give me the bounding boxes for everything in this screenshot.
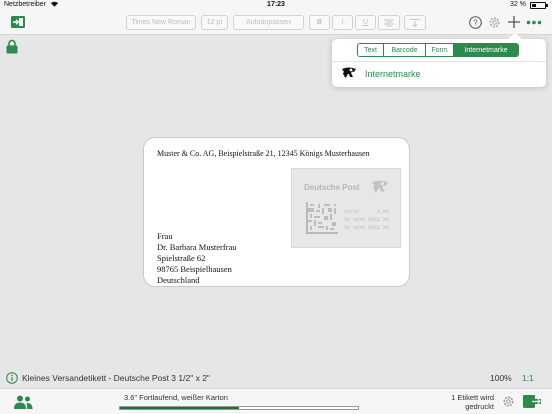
- media-description[interactable]: 3.6" Fortlaufend, weißer Karton: [124, 393, 228, 402]
- font-name-button[interactable]: Times New Roman: [126, 15, 196, 30]
- vertical-align-button[interactable]: [404, 15, 426, 30]
- users-icon[interactable]: [13, 395, 33, 409]
- help-icon[interactable]: ?: [469, 16, 482, 29]
- recipient-line[interactable]: Dr. Barbara Musterfrau: [157, 242, 237, 252]
- svg-text:?: ?: [473, 19, 478, 28]
- clock: 17:23: [267, 1, 285, 8]
- media-progress-bar: [119, 406, 359, 410]
- align-button[interactable]: [378, 15, 400, 30]
- insert-popover: Text Barcode Form Internetmarke Internet…: [332, 33, 546, 87]
- info-icon[interactable]: [6, 372, 18, 384]
- insert-type-segmented-control: Text Barcode Form Internetmarke: [357, 43, 519, 57]
- internetmarke-menu-item[interactable]: Internetmarke: [365, 69, 421, 79]
- label-type-text: Kleines Versandetikett - Deutsche Post 3…: [22, 373, 210, 383]
- underline-button[interactable]: U: [355, 15, 376, 30]
- plus-icon[interactable]: [507, 15, 521, 29]
- print-count-text: 1 Etikett wird gedruckt: [451, 393, 494, 411]
- recipient-line[interactable]: Frau: [157, 231, 173, 241]
- bottom-toolbar: 3.6" Fortlaufend, weißer Karton 1 Etiket…: [0, 388, 552, 414]
- align-icon: [384, 19, 394, 26]
- stamp-post-horn-icon: [372, 180, 388, 193]
- bold-button[interactable]: B: [309, 15, 330, 30]
- battery-percentage: 32 %: [510, 1, 526, 8]
- top-toolbar: Times New Roman 12 pt Autoanpassen B I U…: [0, 11, 552, 35]
- tab-internetmarke[interactable]: Internetmarke: [454, 44, 518, 56]
- print-icon[interactable]: [523, 395, 541, 408]
- actual-size-button[interactable]: 1:1: [522, 373, 534, 383]
- tab-text[interactable]: Text: [358, 44, 384, 56]
- internetmarke-stamp[interactable]: Deutsche Post XX/XX X,XX XX XXXX XXXX XX…: [291, 168, 401, 248]
- gear-icon[interactable]: [488, 16, 501, 29]
- recipient-line[interactable]: Deutschland: [157, 275, 200, 285]
- print-settings-gear-icon[interactable]: [502, 395, 515, 408]
- status-bar: Netzbetreiber 17:23 32 %: [0, 0, 552, 11]
- stamp-code-line: XX XXXX XXXX XX: [344, 217, 390, 223]
- battery-icon: [530, 2, 548, 9]
- exit-icon[interactable]: [11, 16, 25, 28]
- tab-barcode[interactable]: Barcode: [384, 44, 426, 56]
- lock-icon[interactable]: [6, 39, 18, 54]
- recipient-line[interactable]: Spielstraße 62: [157, 253, 205, 263]
- vertical-align-icon: [410, 18, 420, 27]
- label-canvas[interactable]: Muster & Co. AG, Beispielstraße 21, 1234…: [143, 137, 410, 287]
- label-info-bar: Kleines Versandetikett - Deutsche Post 3…: [0, 370, 552, 386]
- post-horn-icon: [342, 67, 356, 78]
- recipient-line[interactable]: 98765 Beispielhausen: [157, 264, 232, 274]
- font-size-button[interactable]: 12 pt: [201, 15, 228, 30]
- stamp-brand: Deutsche Post: [304, 183, 360, 192]
- more-icon[interactable]: [526, 20, 542, 25]
- tab-form[interactable]: Form: [426, 44, 454, 56]
- autofit-button[interactable]: Autoanpassen: [233, 15, 304, 30]
- zoom-level[interactable]: 100%: [490, 373, 512, 383]
- italic-button[interactable]: I: [332, 15, 353, 30]
- datamatrix-code: [306, 202, 338, 234]
- stamp-code-line: XX XXXX XXXX XX: [344, 225, 390, 231]
- stamp-code-line: XX/XX X,XX: [344, 209, 390, 215]
- sender-address[interactable]: Muster & Co. AG, Beispielstraße 21, 1234…: [157, 149, 370, 158]
